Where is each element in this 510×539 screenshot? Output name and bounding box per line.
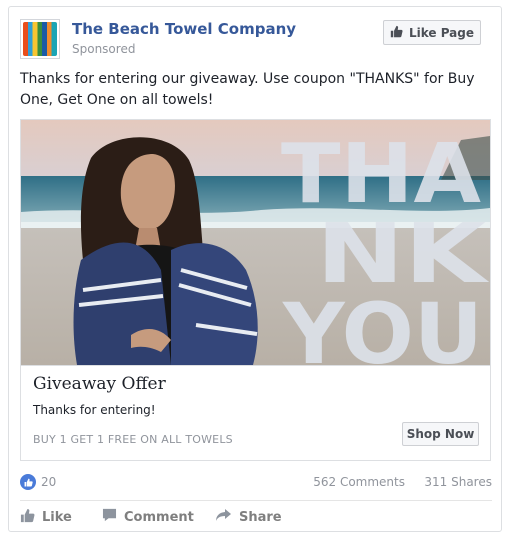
thumbs-up-icon — [390, 25, 403, 41]
ad-caption: BUY 1 GET 1 FREE ON ALL TOWELS — [33, 433, 233, 446]
post-message: Thanks for entering our giveaway. Use co… — [20, 71, 475, 108]
post-actions: Like Comment Share — [20, 506, 492, 528]
you-image-text: YOU — [282, 285, 483, 365]
ad-title[interactable]: Giveaway Offer — [33, 374, 166, 394]
ad-description: Thanks for entering! — [33, 403, 156, 417]
thumbs-up-icon — [20, 508, 35, 527]
share-label: Share — [239, 509, 282, 525]
like-button[interactable]: Like — [20, 506, 72, 528]
comment-label: Comment — [124, 509, 194, 525]
ad-attachment[interactable]: THA NK YOU Giveaway Offer Thanks for ent… — [20, 119, 491, 461]
shop-now-button[interactable]: Shop Now — [402, 422, 479, 446]
actions-divider — [20, 500, 492, 501]
speech-bubble-icon — [102, 508, 117, 526]
like-page-label: Like Page — [408, 25, 475, 40]
share-arrow-icon — [215, 508, 232, 526]
like-page-button[interactable]: Like Page — [383, 20, 481, 45]
like-label: Like — [42, 509, 72, 525]
like-reaction-icon[interactable] — [20, 474, 36, 490]
engagement-stats: 20 562 Comments 311 Shares — [20, 473, 492, 493]
ad-body[interactable]: Giveaway Offer Thanks for entering! BUY … — [21, 365, 490, 460]
sponsored-post: The Beach Towel Company Sponsored Like P… — [8, 6, 502, 532]
sponsored-label[interactable]: Sponsored — [72, 42, 135, 56]
post-header: The Beach Towel Company Sponsored Like P… — [20, 19, 490, 63]
comments-count[interactable]: 562 Comments — [313, 475, 405, 489]
share-button[interactable]: Share — [215, 506, 282, 528]
ad-image[interactable]: THA NK YOU — [21, 120, 490, 365]
shares-count[interactable]: 311 Shares — [424, 475, 492, 489]
page-avatar[interactable] — [20, 19, 60, 59]
like-count[interactable]: 20 — [41, 475, 56, 489]
striped-logo — [23, 22, 57, 56]
comment-button[interactable]: Comment — [102, 506, 194, 528]
page-name-link[interactable]: The Beach Towel Company — [72, 20, 296, 38]
